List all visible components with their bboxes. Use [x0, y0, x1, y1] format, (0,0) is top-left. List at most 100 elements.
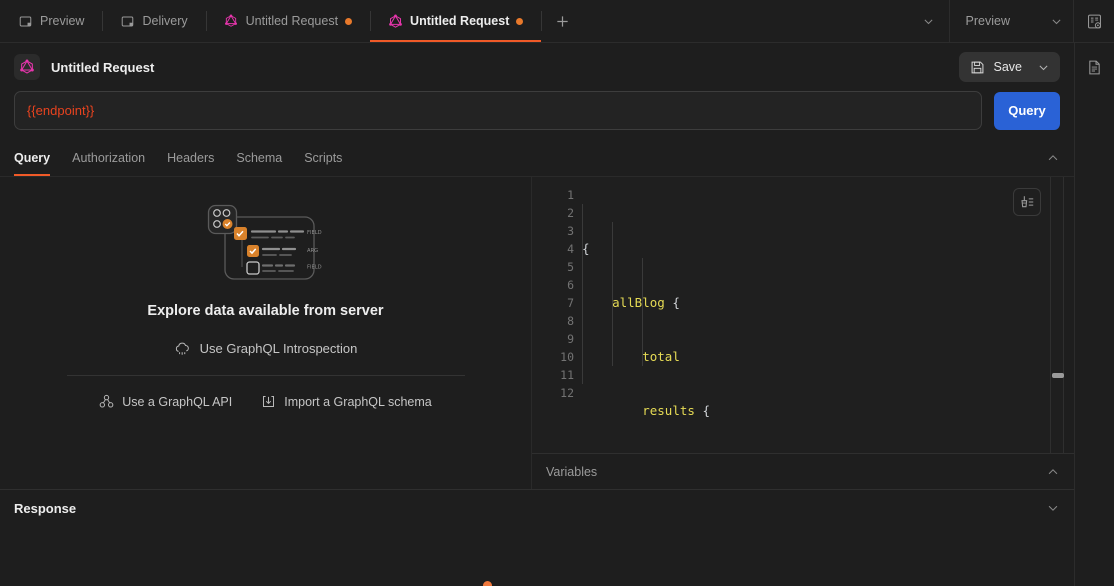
tab-strip: Preview Delivery Untitled Request Untitl… — [0, 0, 949, 42]
introspection-label: Use GraphQL Introspection — [199, 341, 358, 356]
graphql-code-editor[interactable]: 1 2 3 4 5 6 7 8 9 10 11 12 {allBlog {t… — [532, 177, 1074, 453]
prettify-broom-icon[interactable] — [1013, 188, 1041, 216]
scrollbar-thumb[interactable] — [1052, 373, 1064, 378]
line-number: 6 — [567, 278, 574, 292]
tab-untitled-request-2[interactable]: Untitled Request — [370, 0, 542, 42]
explorer-links: Use a GraphQL API Import a GraphQL schem… — [99, 394, 432, 409]
tab-scripts[interactable]: Scripts — [304, 139, 342, 176]
tab-unsaved-dot — [345, 17, 353, 25]
use-graphql-introspection-button[interactable]: Use GraphQL Introspection — [174, 341, 358, 356]
tab-untitled-request-1[interactable]: Untitled Request — [205, 0, 370, 42]
schema-explorer-pane: FIELD ARG FIELD Explore data available f… — [0, 177, 531, 489]
request-subtabs: Query Authorization Headers Schema Scrip… — [0, 139, 1074, 176]
explorer-title: Explore data available from server — [147, 303, 384, 319]
response-pane: Response — [0, 490, 1074, 586]
line-number: 2 — [567, 206, 574, 220]
import-graphql-schema-button[interactable]: Import a GraphQL schema — [261, 394, 432, 409]
right-rail — [1074, 43, 1114, 586]
chevron-down-icon[interactable] — [1046, 501, 1060, 515]
query-editor-pane: 1 2 3 4 5 6 7 8 9 10 11 12 {allBlog {t… — [531, 177, 1074, 489]
tab-delivery[interactable]: Delivery — [102, 0, 205, 42]
chevron-down-icon — [1039, 65, 1048, 70]
graphql-icon — [388, 14, 403, 29]
graphql-icon — [224, 14, 239, 29]
query-send-button[interactable]: Query — [994, 91, 1060, 130]
code-line: allBlog { — [612, 295, 680, 310]
line-number: 8 — [567, 314, 574, 328]
schema-explorer-illustration: FIELD ARG FIELD — [206, 203, 326, 287]
editor-right-edge — [1064, 177, 1074, 453]
tabbar-right-icons — [1073, 0, 1114, 42]
response-body — [0, 526, 1074, 586]
code-line: { — [582, 241, 590, 256]
tab-label: Preview — [40, 14, 85, 28]
loading-indicator-dot — [483, 581, 492, 586]
line-number: 10 — [560, 350, 574, 364]
code-line: total — [642, 349, 680, 364]
document-icon[interactable] — [1075, 43, 1114, 91]
tab-label: Untitled Request — [245, 14, 339, 28]
preview-pane-icon[interactable] — [1074, 13, 1114, 30]
tab-bar: Preview Delivery Untitled Request Untitl… — [0, 0, 1114, 43]
tab-headers[interactable]: Headers — [167, 139, 214, 176]
tab-label: Untitled Request — [410, 14, 510, 28]
tab-label: Delivery — [142, 14, 188, 28]
page-title: Untitled Request — [51, 59, 155, 75]
line-number-gutter: 1 2 3 4 5 6 7 8 9 10 11 12 — [532, 177, 574, 453]
tab-authorization[interactable]: Authorization — [72, 139, 145, 176]
graphql-client-window: Preview Delivery Untitled Request Untitl… — [0, 0, 1114, 586]
import-icon — [261, 394, 276, 409]
line-number: 7 — [567, 296, 574, 310]
endpoint-input[interactable]: {{endpoint}} — [14, 91, 982, 130]
editor-scrollbar[interactable] — [1050, 177, 1064, 453]
new-tab-button[interactable] — [541, 0, 584, 42]
chevron-down-icon — [924, 19, 933, 24]
url-row: {{endpoint}} Query — [0, 91, 1074, 130]
tab-schema[interactable]: Schema — [236, 139, 282, 176]
plus-icon — [557, 15, 569, 27]
environment-selector-wrap: Preview — [948, 0, 1073, 42]
use-graphql-api-button[interactable]: Use a GraphQL API — [99, 394, 232, 409]
endpoint-value: {{endpoint}} — [27, 103, 95, 118]
graph-nodes-icon — [99, 394, 114, 409]
svg-text:FIELD: FIELD — [307, 265, 322, 271]
environment-value: Preview — [965, 14, 1010, 28]
line-number: 3 — [567, 224, 574, 238]
floppy-disk-icon — [971, 61, 983, 73]
tab-query[interactable]: Query — [14, 139, 51, 176]
tab-unsaved-dot — [516, 17, 524, 25]
link-label: Import a GraphQL schema — [284, 394, 432, 409]
panel-preview-icon — [18, 14, 33, 29]
code-line: results { — [642, 403, 710, 418]
line-number: 11 — [560, 368, 574, 382]
line-number: 4 — [567, 242, 574, 256]
variables-section-header[interactable]: Variables — [532, 453, 1074, 489]
request-body: Untitled Request Save {{endpoint}} Query… — [0, 43, 1074, 586]
link-label: Use a GraphQL API — [122, 394, 233, 409]
graphql-icon — [14, 54, 40, 80]
line-number: 12 — [560, 386, 574, 400]
save-button[interactable]: Save — [958, 52, 1060, 82]
svg-text:FIELD: FIELD — [307, 230, 322, 236]
chevron-up-icon[interactable] — [1046, 465, 1060, 479]
variables-label: Variables — [546, 464, 598, 479]
chevron-up-icon — [1048, 154, 1058, 160]
line-number: 9 — [567, 332, 574, 346]
explorer-divider — [66, 375, 465, 376]
response-title: Response — [14, 500, 77, 516]
panel-preview-icon — [120, 14, 135, 29]
save-label: Save — [993, 60, 1023, 74]
tabs-overflow-button[interactable] — [908, 0, 949, 42]
environment-selector[interactable]: Preview — [966, 14, 1073, 28]
query-panes: FIELD ARG FIELD Explore data available f… — [0, 176, 1074, 489]
cloud-download-icon — [174, 341, 191, 356]
request-header: Untitled Request Save — [0, 43, 1074, 91]
code-content[interactable]: { allBlog { total results { name id titl… — [574, 177, 1074, 453]
response-header: Response — [0, 490, 1074, 526]
indent-guides — [574, 186, 679, 384]
chevron-down-icon — [1052, 19, 1061, 24]
tab-preview[interactable]: Preview — [0, 0, 102, 42]
line-number: 5 — [567, 260, 574, 274]
collapse-request-button[interactable] — [1046, 151, 1060, 165]
header-actions: Save — [958, 52, 1060, 82]
